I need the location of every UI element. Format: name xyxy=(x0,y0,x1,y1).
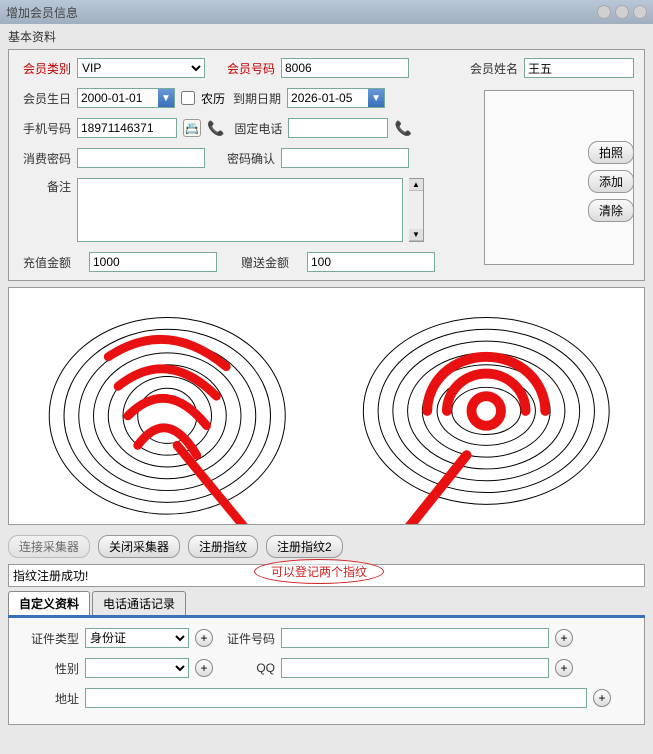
clear-button[interactable]: 清除 xyxy=(588,199,634,222)
lunar-label: 农历 xyxy=(201,90,225,107)
register-fp2-button[interactable]: 注册指纹2 xyxy=(266,535,343,558)
tab-call-log[interactable]: 电话通话记录 xyxy=(92,591,186,615)
id-type-label: 证件类型 xyxy=(19,630,79,647)
remarks-scrollbar[interactable]: ▲ ▼ xyxy=(409,178,424,242)
maximize-button[interactable] xyxy=(615,5,629,19)
address-label: 地址 xyxy=(19,690,79,707)
remarks-textarea[interactable] xyxy=(77,178,403,242)
window-title: 增加会员信息 xyxy=(6,4,597,21)
lunar-checkbox[interactable] xyxy=(181,91,195,105)
titlebar[interactable]: 增加会员信息 xyxy=(0,0,653,24)
id-no-label: 证件号码 xyxy=(219,630,275,647)
member-name-label: 会员姓名 xyxy=(470,60,518,77)
gender-label: 性别 xyxy=(19,660,79,677)
scroll-up-icon[interactable]: ▲ xyxy=(409,179,423,191)
tab-bar: 自定义资料 电话通话记录 xyxy=(8,591,645,618)
birthday-label: 会员生日 xyxy=(17,90,71,107)
recharge-input[interactable] xyxy=(89,252,217,272)
scroll-down-icon[interactable]: ▼ xyxy=(409,229,423,241)
password-input[interactable] xyxy=(77,148,205,168)
member-name-input[interactable] xyxy=(524,58,634,78)
password-confirm-label: 密码确认 xyxy=(221,150,275,167)
basic-fieldset: 会员类别 VIP 会员号码 会员生日 2000-01-01 ▼ 农历 到期日期 xyxy=(8,49,645,281)
id-no-plus-button[interactable]: + xyxy=(555,629,573,647)
tab-custom-fields[interactable]: 自定义资料 xyxy=(8,591,90,615)
qq-input[interactable] xyxy=(281,658,549,678)
address-plus-button[interactable]: + xyxy=(593,689,611,707)
member-no-input[interactable] xyxy=(281,58,409,78)
expiry-label: 到期日期 xyxy=(231,90,281,107)
mobile-input[interactable] xyxy=(77,118,177,138)
qq-label: QQ xyxy=(219,661,275,675)
landline-input[interactable] xyxy=(288,118,388,138)
bonus-input[interactable] xyxy=(307,252,435,272)
window-controls xyxy=(597,5,647,19)
remarks-label: 备注 xyxy=(17,178,71,195)
call-icon[interactable]: 📞 xyxy=(207,120,224,137)
address-input[interactable] xyxy=(85,688,587,708)
mobile-label: 手机号码 xyxy=(17,120,71,137)
gender-select[interactable] xyxy=(85,658,189,678)
member-no-label: 会员号码 xyxy=(221,60,275,77)
gender-plus-button[interactable]: + xyxy=(195,659,213,677)
qq-plus-button[interactable]: + xyxy=(555,659,573,677)
chevron-down-icon[interactable]: ▼ xyxy=(158,89,174,107)
id-no-input[interactable] xyxy=(281,628,549,648)
password-label: 消费密码 xyxy=(17,150,71,167)
photo-button[interactable]: 拍照 xyxy=(588,141,634,164)
window-body: 基本资料 会员类别 VIP 会员号码 会员生日 2000-01-01 ▼ xyxy=(0,24,653,754)
fingerprint-button-row: 连接采集器 关闭采集器 注册指纹 注册指纹2 xyxy=(8,535,645,558)
status-text: 指纹注册成功! 可以登记两个指纹 xyxy=(8,564,645,587)
recharge-label: 充值金额 xyxy=(17,254,71,271)
fingerprint-panel xyxy=(8,287,645,525)
password-confirm-input[interactable] xyxy=(281,148,409,168)
birthday-input[interactable]: 2000-01-01 ▼ xyxy=(77,88,175,108)
id-type-select[interactable]: 身份证 xyxy=(85,628,189,648)
chevron-down-icon[interactable]: ▼ xyxy=(368,89,384,107)
call-icon[interactable]: 📞 xyxy=(394,120,411,137)
custom-fields-panel: 证件类型 身份证 + 证件号码 + 性别 + QQ + 地址 + xyxy=(8,618,645,725)
close-collector-button[interactable]: 关闭采集器 xyxy=(98,535,180,558)
member-type-select[interactable]: VIP xyxy=(77,58,205,78)
fingerprint-left xyxy=(9,288,326,524)
basic-section-label: 基本资料 xyxy=(8,28,645,45)
landline-label: 固定电话 xyxy=(232,120,282,137)
fingerprint-right xyxy=(328,288,645,524)
bonus-label: 赠送金额 xyxy=(235,254,289,271)
sim-icon[interactable]: 📇 xyxy=(183,119,201,137)
close-button[interactable] xyxy=(633,5,647,19)
connect-collector-button: 连接采集器 xyxy=(8,535,90,558)
member-type-label: 会员类别 xyxy=(17,60,71,77)
minimize-button[interactable] xyxy=(597,5,611,19)
add-button[interactable]: 添加 xyxy=(588,170,634,193)
app-window: 增加会员信息 基本资料 会员类别 VIP 会员号码 会员生日 xyxy=(0,0,653,754)
annotation-label: 可以登记两个指纹 xyxy=(254,559,384,584)
register-fp1-button[interactable]: 注册指纹 xyxy=(188,535,258,558)
expiry-input[interactable]: 2026-01-05 ▼ xyxy=(287,88,385,108)
id-type-plus-button[interactable]: + xyxy=(195,629,213,647)
